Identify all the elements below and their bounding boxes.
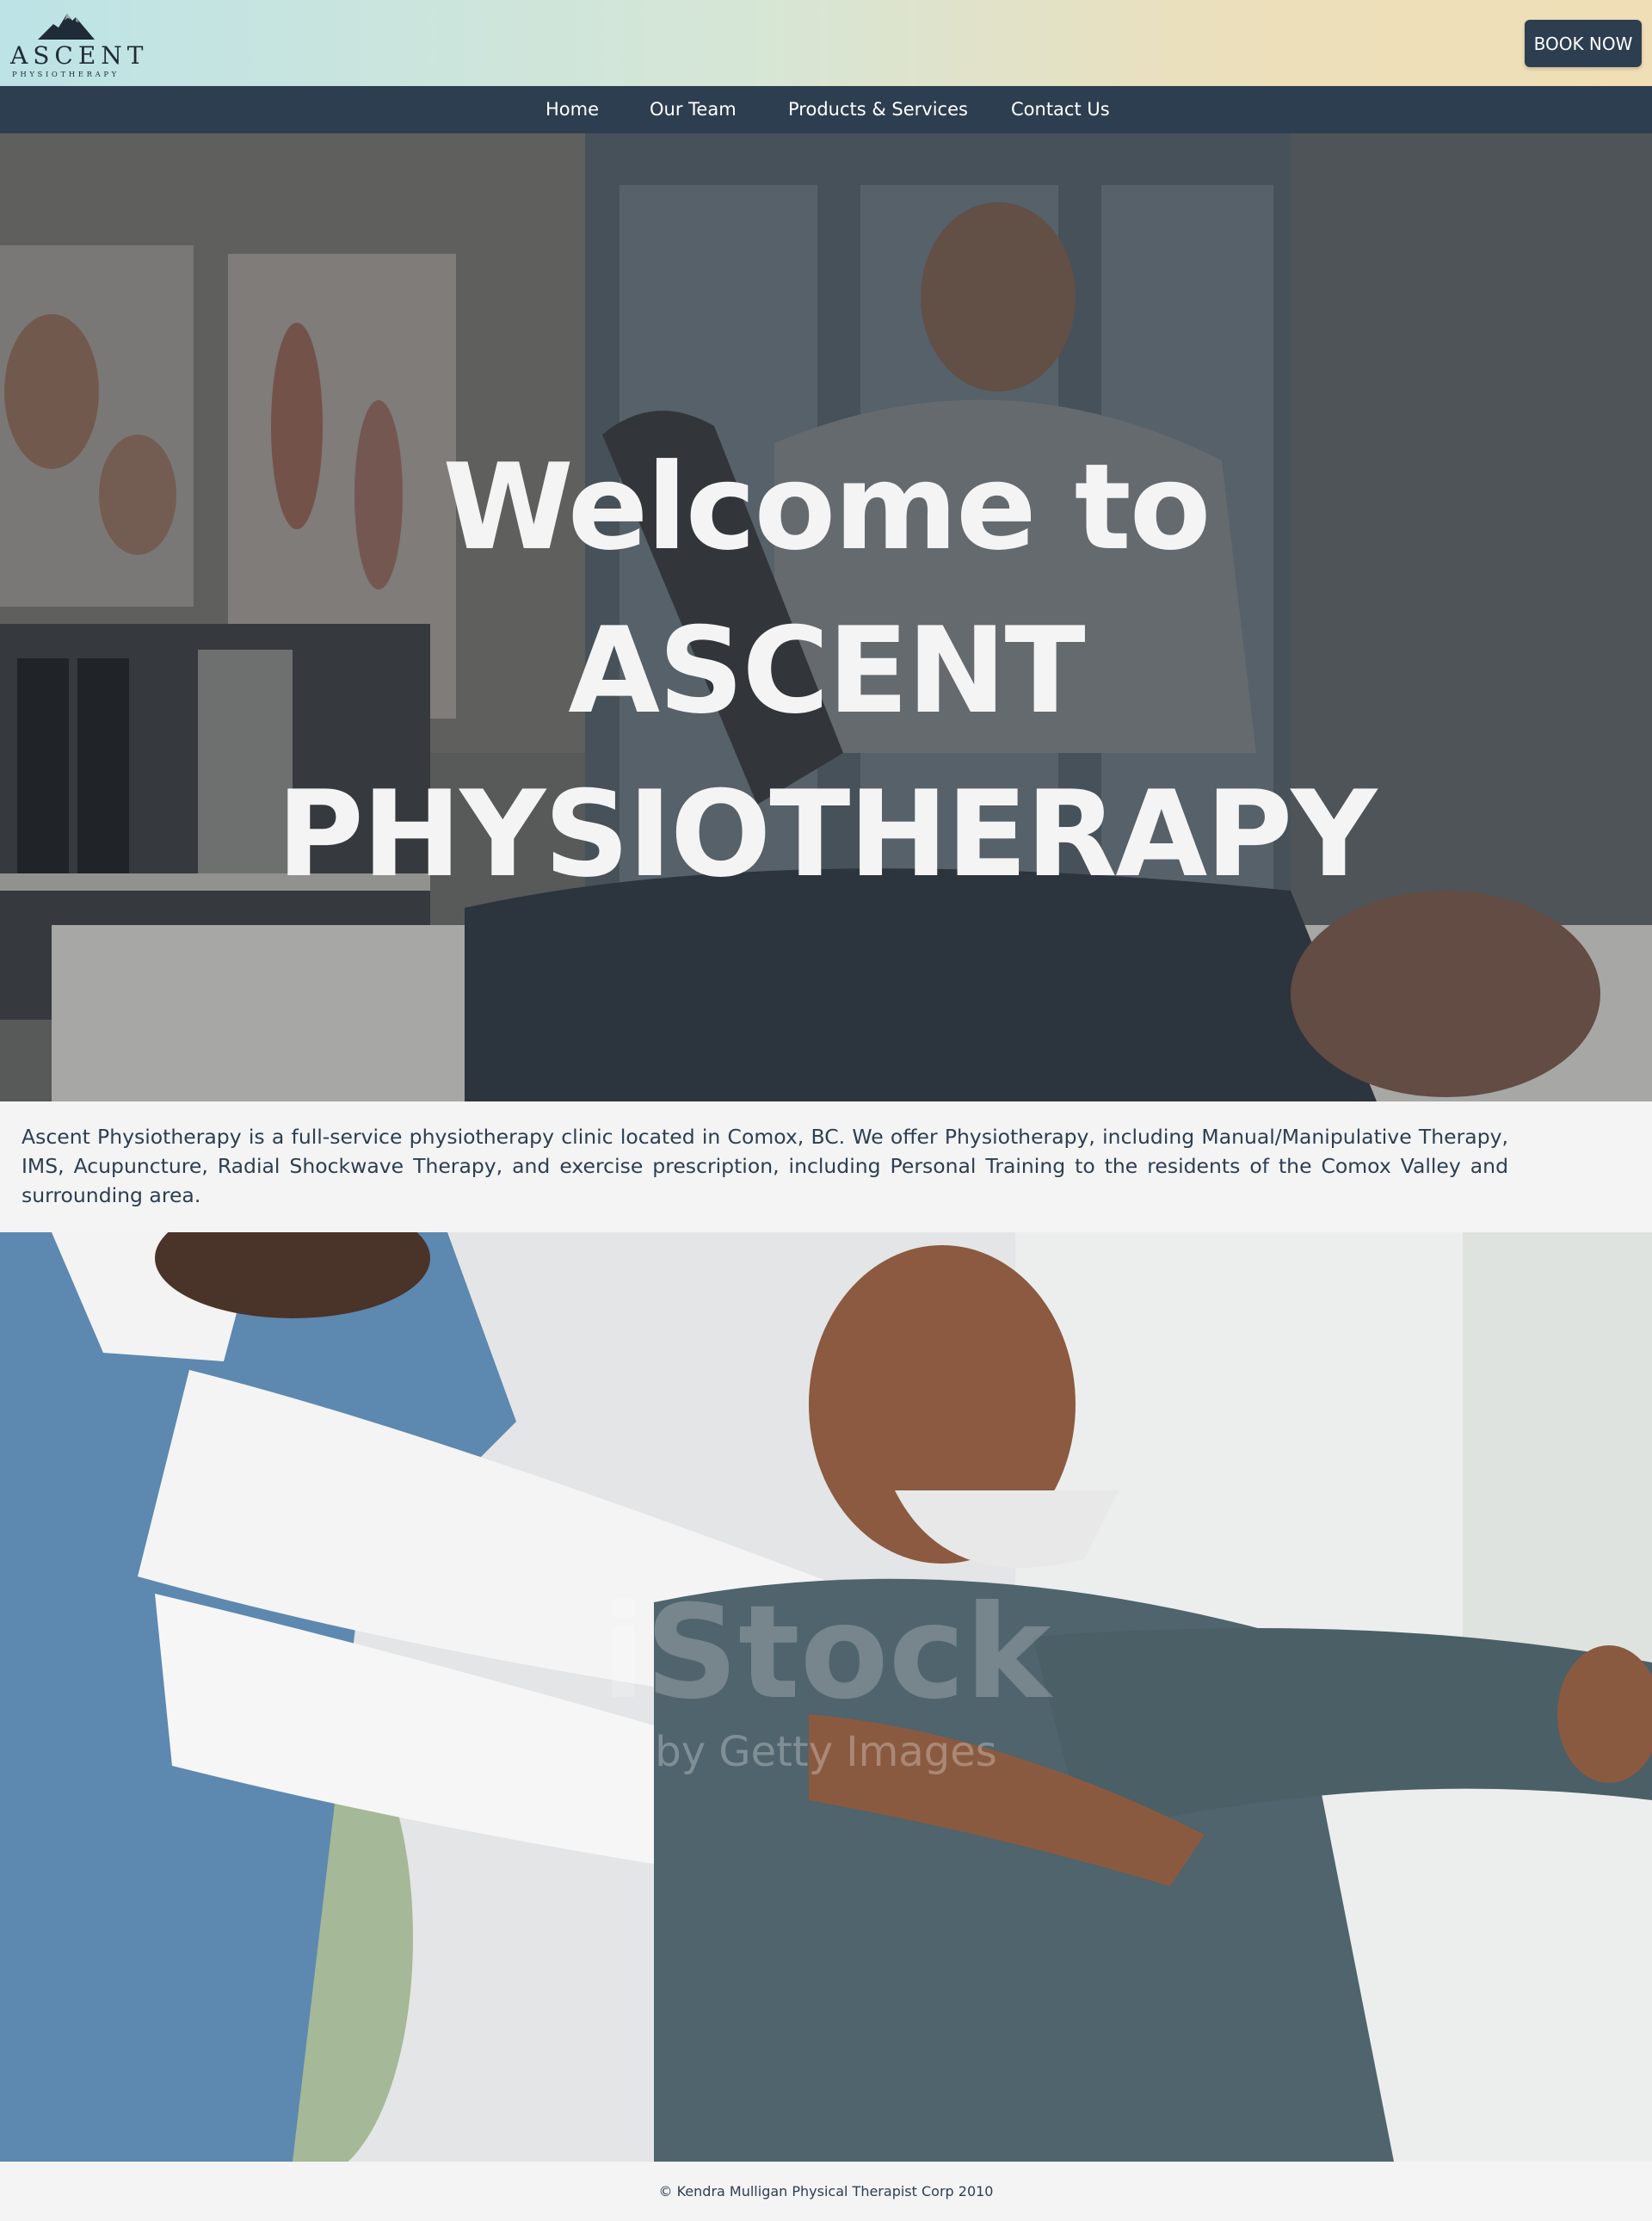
intro-text: Ascent Physiotherapy is a full-service p…	[22, 1125, 1508, 1207]
watermark-main: iStock	[601, 1578, 1054, 1728]
nav-item-our-team[interactable]: Our Team	[650, 86, 737, 133]
site-header: ASCENT PHYSIOTHERAPY BOOK NOW	[0, 0, 1652, 86]
logo-subtitle: PHYSIOTHERAPY	[12, 71, 120, 79]
book-now-button[interactable]: BOOK NOW	[1525, 20, 1642, 67]
logo-name: ASCENT	[10, 41, 149, 70]
therapy-photo: iStock by Getty Images	[0, 1232, 1652, 2162]
nav-item-products-services[interactable]: Products & Services	[788, 86, 968, 133]
footer-copyright: © Kendra Mulligan Physical Therapist Cor…	[658, 2183, 994, 2199]
hero-title-line-2: ASCENT	[568, 602, 1085, 740]
intro-section: Ascent Physiotherapy is a full-service p…	[0, 1101, 1652, 1232]
hero-title-line-3: PHYSIOTHERAPY	[276, 765, 1378, 904]
mountain-icon	[38, 14, 95, 40]
hero-title-line-1: Welcome to	[442, 438, 1211, 577]
hero-banner: Welcome to ASCENT PHYSIOTHERAPY	[0, 133, 1652, 1101]
ascent-logo[interactable]: ASCENT PHYSIOTHERAPY	[10, 9, 149, 79]
site-footer: © Kendra Mulligan Physical Therapist Cor…	[0, 2162, 1652, 2221]
main-nav: Home Our Team Products & Services Contac…	[0, 86, 1652, 133]
nav-item-home[interactable]: Home	[546, 86, 599, 133]
watermark-sub: by Getty Images	[655, 1728, 997, 1776]
nav-item-contact-us[interactable]: Contact Us	[1011, 86, 1110, 133]
therapy-photo-section: iStock by Getty Images	[0, 1232, 1652, 2162]
